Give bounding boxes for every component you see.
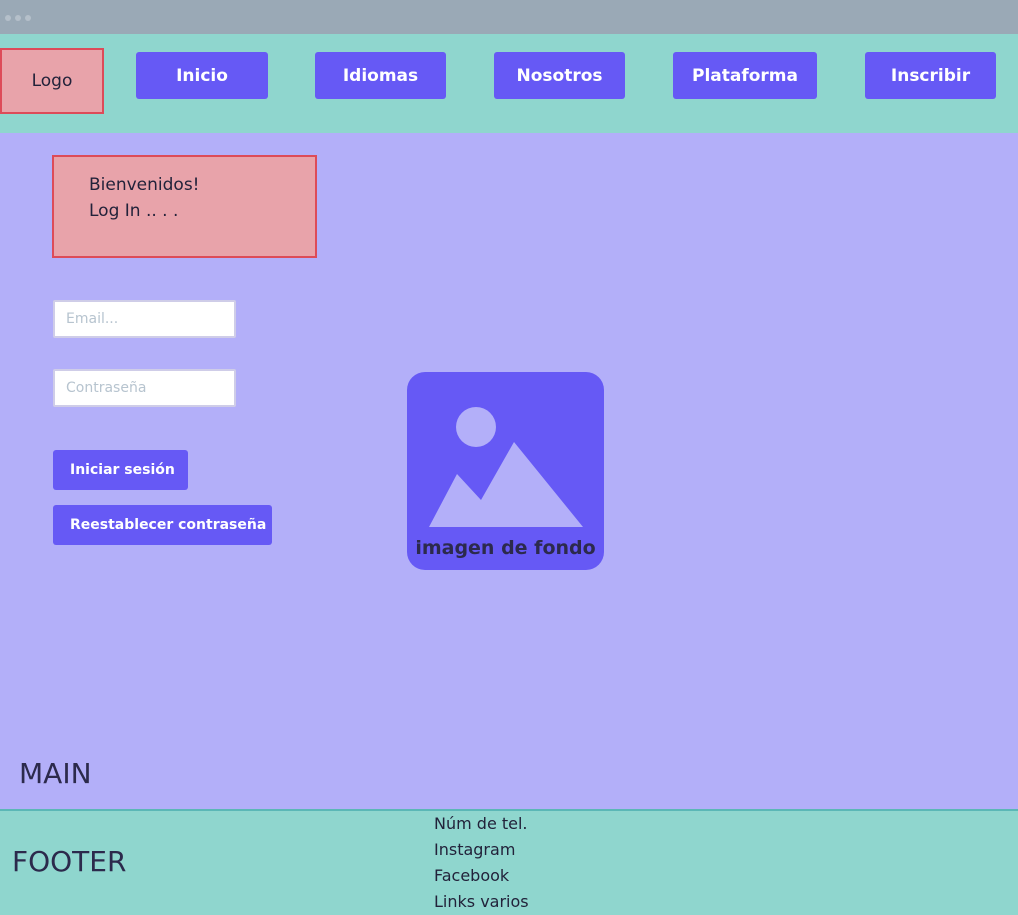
window-titlebar xyxy=(0,0,1018,34)
main-section-label: MAIN xyxy=(19,757,92,790)
window-maximize-dot[interactable] xyxy=(25,15,31,21)
window-close-dot[interactable] xyxy=(5,15,11,21)
nav-idiomas-button[interactable]: Idiomas xyxy=(315,52,446,99)
header: Logo Inicio Idiomas Nosotros Plataforma … xyxy=(0,34,1018,133)
logo[interactable]: Logo xyxy=(0,48,104,114)
nav-inicio-button[interactable]: Inicio xyxy=(136,52,268,99)
footer-links: Núm de tel. Instagram Facebook Links var… xyxy=(434,811,529,915)
footer-link-instagram[interactable]: Instagram xyxy=(434,837,529,863)
nav-nosotros-button[interactable]: Nosotros xyxy=(494,52,625,99)
footer-label: FOOTER xyxy=(12,845,127,878)
nav-plataforma-button[interactable]: Plataforma xyxy=(673,52,817,99)
footer-link-phone[interactable]: Núm de tel. xyxy=(434,811,529,837)
welcome-box: Bienvenidos! Log In .. . . xyxy=(52,155,317,258)
welcome-login-text: Log In .. . . xyxy=(89,201,179,221)
password-field[interactable] xyxy=(53,369,236,407)
reset-password-button[interactable]: Reestablecer contraseña xyxy=(53,505,272,545)
email-field[interactable] xyxy=(53,300,236,338)
footer-link-misc[interactable]: Links varios xyxy=(434,889,529,915)
footer: FOOTER Núm de tel. Instagram Facebook Li… xyxy=(0,809,1018,915)
nav-inscribir-button[interactable]: Inscribir xyxy=(865,52,996,99)
footer-link-facebook[interactable]: Facebook xyxy=(434,863,529,889)
welcome-title: Bienvenidos! xyxy=(89,175,200,195)
login-button[interactable]: Iniciar sesión xyxy=(53,450,188,490)
background-image-placeholder: imagen de fondo xyxy=(407,372,604,570)
window-minimize-dot[interactable] xyxy=(15,15,21,21)
background-image-caption: imagen de fondo xyxy=(415,537,596,559)
